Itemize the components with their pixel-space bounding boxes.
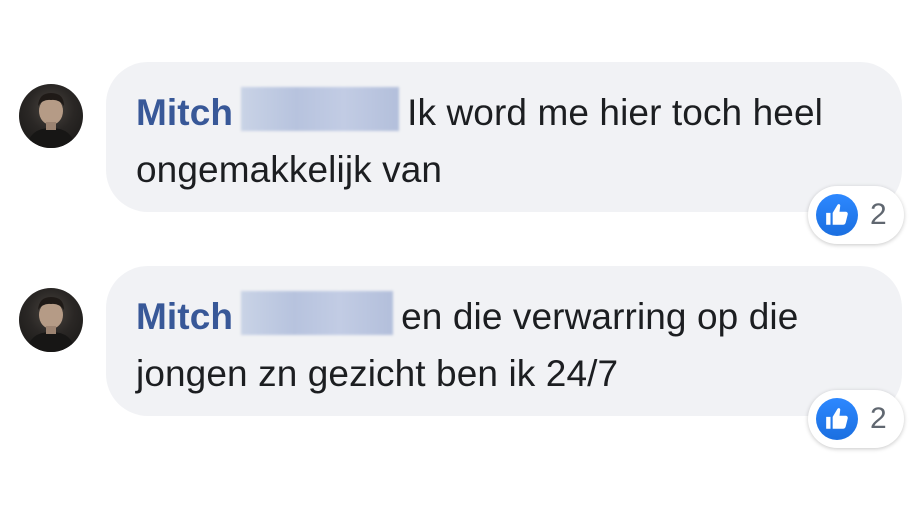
- author-name-link[interactable]: Mitch: [136, 296, 233, 337]
- avatar[interactable]: [19, 84, 83, 148]
- comment-body: Ik word me hier toch heel ongemakkelijk …: [136, 92, 823, 190]
- reaction-count: 2: [870, 402, 887, 435]
- comment-text: Mitch Ik word me hier toch heel ongemakke…: [136, 84, 872, 198]
- comment-body: en die verwarring op die jongen zn gezic…: [136, 296, 799, 394]
- avatar[interactable]: [19, 288, 83, 352]
- comment-bubble: Mitch en die verwarring op die jongen zn …: [106, 266, 902, 416]
- redacted-surname: [241, 291, 394, 335]
- comment-text: Mitch en die verwarring op die jongen zn …: [136, 288, 872, 402]
- redacted-surname: [241, 87, 400, 131]
- thumbs-up-icon: [816, 398, 858, 440]
- profile-photo-icon: [27, 297, 75, 352]
- reaction-count: 2: [870, 198, 887, 231]
- author-name-link[interactable]: Mitch: [136, 92, 233, 133]
- reaction-summary[interactable]: 2: [808, 186, 904, 244]
- comment-bubble: Mitch Ik word me hier toch heel ongemakke…: [106, 62, 902, 212]
- profile-photo-icon: [27, 93, 75, 148]
- thumbs-up-icon: [816, 194, 858, 236]
- reaction-summary[interactable]: 2: [808, 390, 904, 448]
